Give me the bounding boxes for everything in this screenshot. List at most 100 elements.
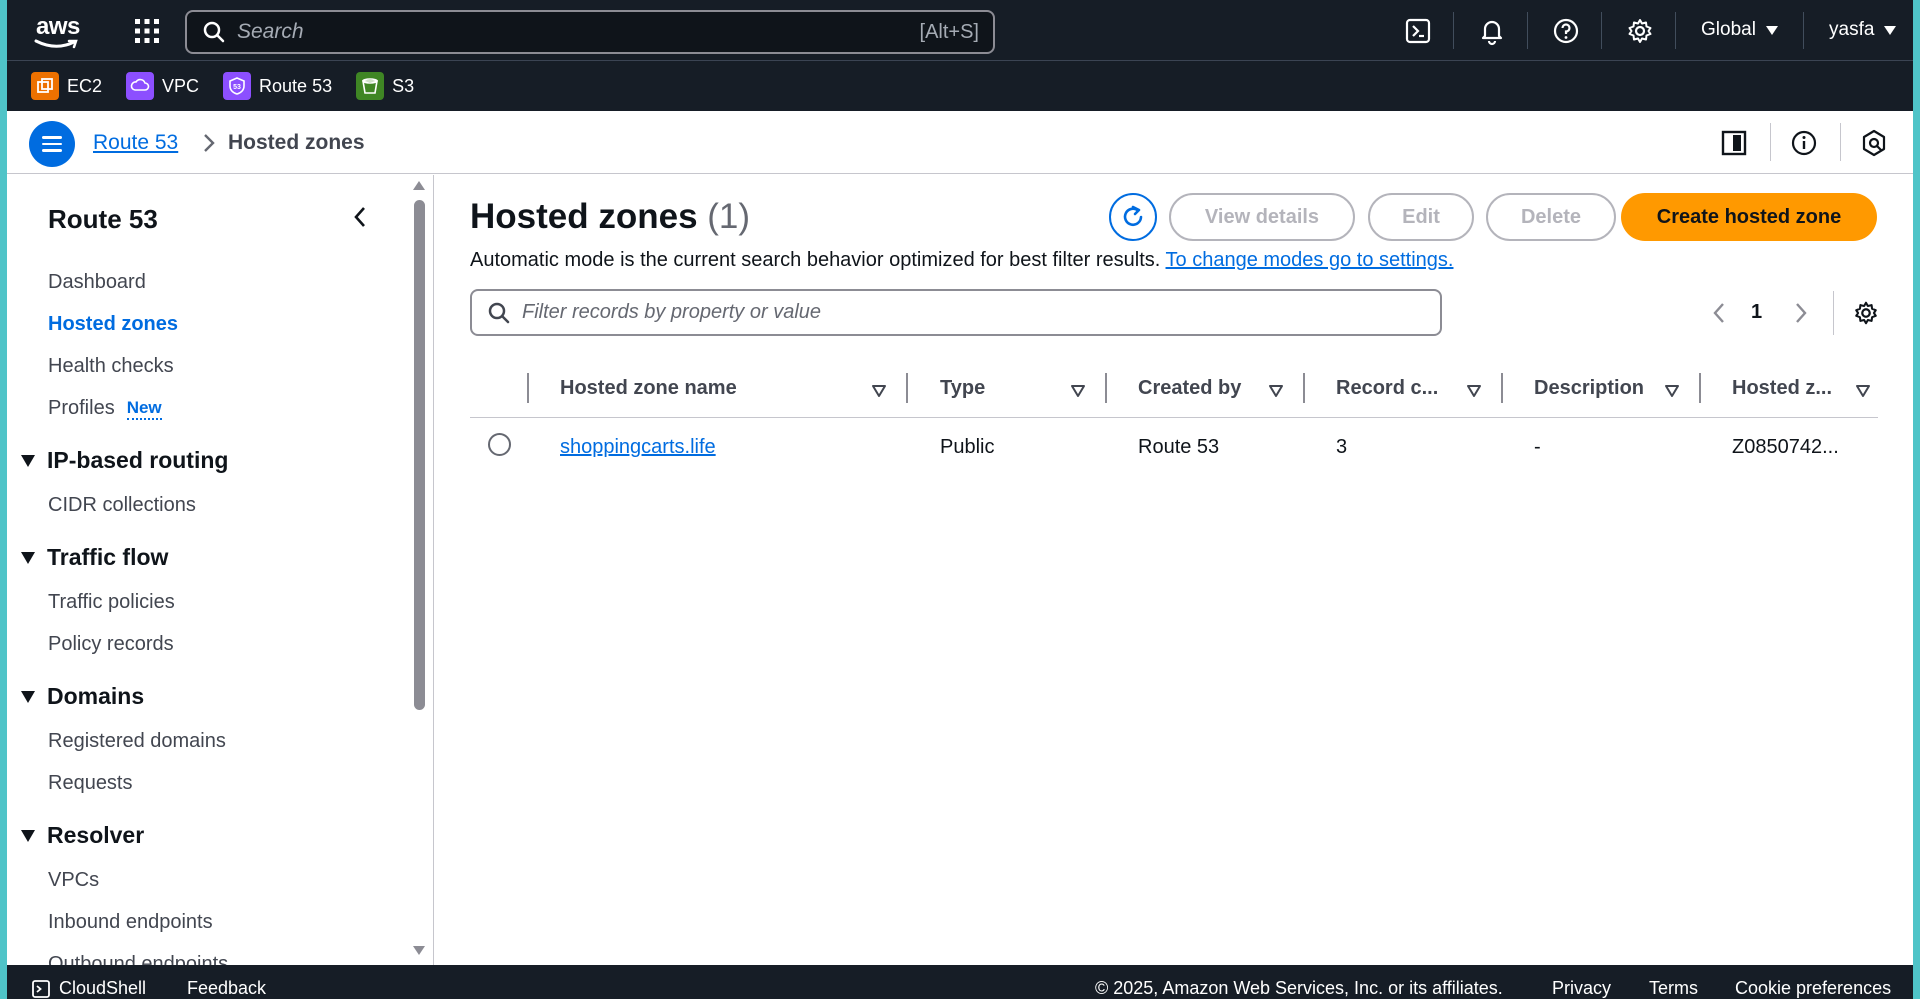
- filter-box[interactable]: [470, 289, 1442, 336]
- column-header-record-count[interactable]: Record c...: [1336, 377, 1438, 400]
- scroll-down-arrow-icon[interactable]: [413, 946, 425, 955]
- create-hosted-zone-button[interactable]: Create hosted zone: [1621, 193, 1877, 241]
- sidebar-section-resolver[interactable]: Resolver: [21, 822, 144, 849]
- cookie-preferences-link[interactable]: Cookie preferences: [1735, 978, 1891, 999]
- caret-down-icon: [1884, 25, 1897, 35]
- refresh-button[interactable]: [1109, 193, 1157, 241]
- aws-logo[interactable]: aws: [32, 13, 84, 49]
- search-shortcut: [Alt+S]: [919, 20, 979, 43]
- collapse-chevron-left-icon[interactable]: [351, 205, 369, 229]
- sidebar-scrollbar[interactable]: [409, 175, 429, 965]
- cell-record-count: 3: [1336, 436, 1348, 458]
- column-divider[interactable]: [906, 373, 908, 403]
- sort-caret-icon[interactable]: [1268, 384, 1284, 398]
- favorite-ec2[interactable]: EC2: [31, 72, 102, 100]
- feedback-link[interactable]: Feedback: [187, 978, 266, 999]
- sort-caret-icon[interactable]: [1855, 384, 1871, 398]
- scrollbar-thumb[interactable]: [414, 200, 425, 710]
- column-header-description[interactable]: Description: [1534, 377, 1644, 400]
- caret-down-icon: [21, 551, 35, 564]
- favorite-route53[interactable]: 53 Route 53: [223, 72, 332, 100]
- sidebar-section-ip-based-routing[interactable]: IP-based routing: [21, 447, 228, 474]
- edit-button[interactable]: Edit: [1368, 193, 1474, 241]
- vpc-cloud-icon: [126, 72, 155, 100]
- table-header: Hosted zone name Type Created by Record …: [470, 365, 1878, 418]
- sort-caret-icon[interactable]: [1664, 384, 1680, 398]
- chevron-right-icon[interactable]: [1793, 301, 1809, 325]
- search-icon: [203, 21, 225, 43]
- sidebar-item-inbound-endpoints[interactable]: Inbound endpoints: [48, 911, 213, 934]
- column-header-type[interactable]: Type: [940, 377, 985, 400]
- pager-divider: [1833, 291, 1834, 335]
- sidebar-item-outbound-endpoints[interactable]: Outbound endpoints: [48, 953, 228, 965]
- sidebar-item-hosted-zones[interactable]: Hosted zones: [48, 313, 178, 336]
- view-details-button[interactable]: View details: [1169, 193, 1355, 241]
- settings-gear-icon[interactable]: [1852, 299, 1880, 327]
- caret-down-icon: [21, 829, 35, 842]
- cloudshell-footer-button[interactable]: CloudShell: [31, 978, 146, 999]
- sidebar-section-domains[interactable]: Domains: [21, 683, 144, 710]
- sidebar-section-traffic-flow[interactable]: Traffic flow: [21, 544, 168, 571]
- sidebar-item-profiles[interactable]: Profiles New: [48, 397, 162, 420]
- chevron-left-icon[interactable]: [1711, 301, 1727, 325]
- sidebar-item-requests[interactable]: Requests: [48, 772, 133, 795]
- privacy-link[interactable]: Privacy: [1552, 978, 1611, 999]
- cell-type: Public: [940, 436, 995, 458]
- favorite-s3[interactable]: S3: [356, 72, 414, 100]
- sidebar-item-registered-domains[interactable]: Registered domains: [48, 730, 226, 753]
- sidebar-item-traffic-policies[interactable]: Traffic policies: [48, 591, 175, 614]
- help-icon[interactable]: [1551, 16, 1581, 46]
- sidebar-item-dashboard[interactable]: Dashboard: [48, 271, 146, 294]
- cloudshell-icon[interactable]: [1403, 16, 1433, 46]
- sidebar-item-vpcs[interactable]: VPCs: [48, 869, 99, 892]
- column-divider[interactable]: [1105, 373, 1107, 403]
- column-divider[interactable]: [1699, 373, 1701, 403]
- hosted-zone-link[interactable]: shoppingcarts.life: [560, 436, 716, 458]
- delete-button[interactable]: Delete: [1486, 193, 1616, 241]
- column-header-hosted-zone-id[interactable]: Hosted z...: [1732, 377, 1832, 400]
- sidebar-item-cidr-collections[interactable]: CIDR collections: [48, 494, 196, 517]
- pagination-current-page[interactable]: 1: [1751, 301, 1762, 324]
- scroll-up-arrow-icon[interactable]: [413, 181, 425, 190]
- cell-description: -: [1534, 436, 1541, 458]
- sort-caret-icon[interactable]: [1070, 384, 1086, 398]
- settings-gear-icon[interactable]: [1625, 16, 1655, 46]
- new-badge: New: [126, 398, 162, 420]
- description-text: Automatic mode is the current search beh…: [470, 249, 1161, 271]
- page-title-text: Hosted zones: [470, 197, 698, 236]
- sort-caret-icon[interactable]: [871, 384, 887, 398]
- favorite-label: Route 53: [259, 75, 333, 96]
- security-hexagon-icon[interactable]: [1859, 128, 1889, 158]
- console-footer: CloudShell Feedback © 2025, Amazon Web S…: [7, 965, 1913, 999]
- column-divider[interactable]: [1501, 373, 1503, 403]
- table-row[interactable]: shoppingcarts.life Public Route 53 3 - Z…: [470, 418, 1878, 478]
- ec2-icon: [31, 72, 59, 100]
- sidebar-item-policy-records[interactable]: Policy records: [48, 633, 174, 656]
- side-navigation-toggle-button[interactable]: [29, 121, 75, 167]
- split-panel-icon[interactable]: [1719, 128, 1749, 158]
- column-header-created-by[interactable]: Created by: [1138, 377, 1241, 400]
- sort-caret-icon[interactable]: [1466, 384, 1482, 398]
- global-search[interactable]: [Alt+S]: [185, 10, 995, 54]
- row-select-radio[interactable]: [488, 433, 511, 456]
- column-divider[interactable]: [1303, 373, 1305, 403]
- account-menu[interactable]: yasfa: [1829, 19, 1897, 41]
- favorite-vpc[interactable]: VPC: [126, 72, 199, 100]
- notifications-bell-icon[interactable]: [1477, 16, 1507, 46]
- services-grid-icon[interactable]: [134, 18, 160, 44]
- change-modes-link[interactable]: To change modes go to settings.: [1166, 249, 1454, 271]
- sidebar-item-label: Policy records: [48, 633, 174, 655]
- console-window: aws [Alt+S]: [7, 0, 1913, 999]
- column-header-hosted-zone-name[interactable]: Hosted zone name: [560, 377, 737, 400]
- cloudshell-label: CloudShell: [59, 978, 147, 998]
- filter-input[interactable]: [522, 301, 1440, 324]
- region-selector[interactable]: Global: [1701, 19, 1778, 41]
- sidebar-item-label: Traffic policies: [48, 591, 175, 613]
- sidebar-item-label: Requests: [48, 772, 133, 794]
- info-icon[interactable]: [1789, 128, 1819, 158]
- sidebar-item-health-checks[interactable]: Health checks: [48, 355, 174, 378]
- breadcrumb-route53-link[interactable]: Route 53: [93, 131, 178, 155]
- search-input[interactable]: [237, 20, 920, 44]
- terms-link[interactable]: Terms: [1649, 978, 1698, 999]
- sidebar-item-label: VPCs: [48, 869, 100, 891]
